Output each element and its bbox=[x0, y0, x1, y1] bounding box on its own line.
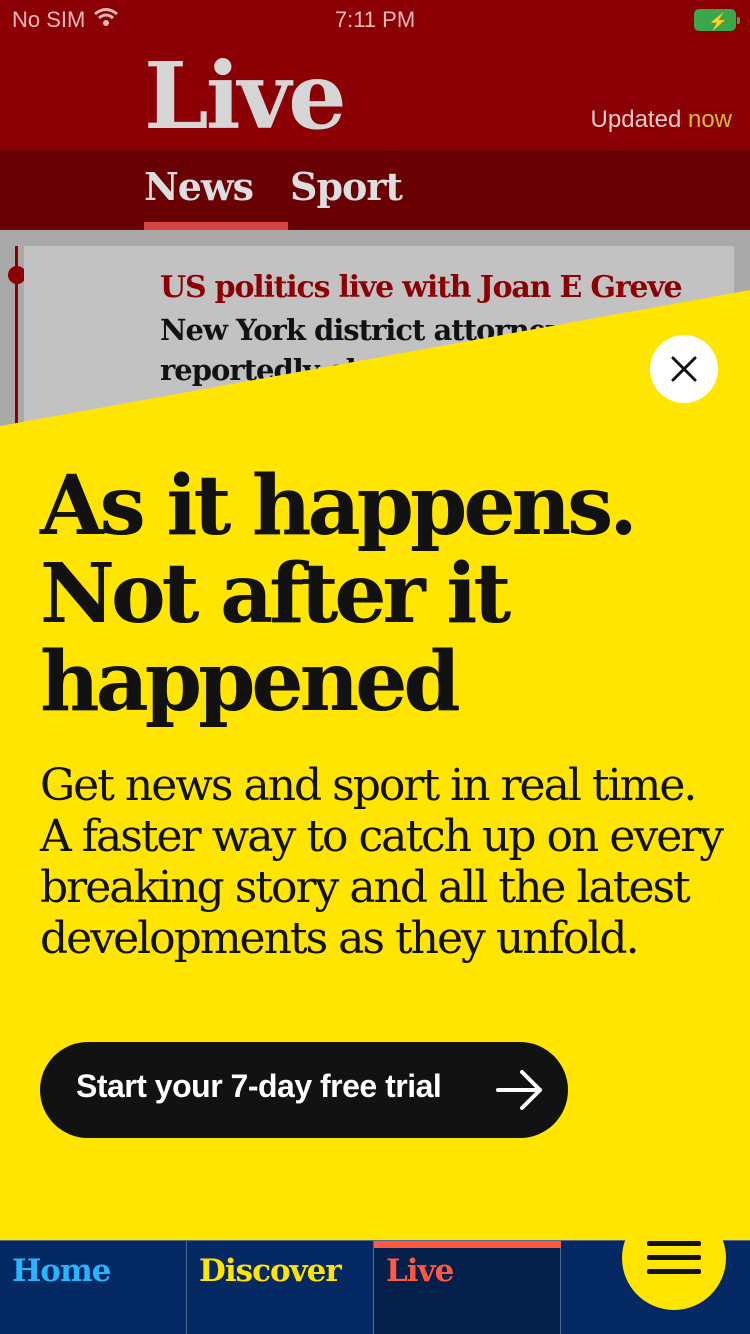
card-kicker: US politics live with Joan E Greve bbox=[160, 270, 683, 305]
nav-discover[interactable]: Discover bbox=[187, 1241, 374, 1334]
promo-body: Get news and sport in real time. A faste… bbox=[40, 760, 724, 964]
active-nav-indicator bbox=[374, 1241, 561, 1248]
nav-live[interactable]: Live bbox=[374, 1241, 561, 1334]
hamburger-menu-icon bbox=[647, 1241, 701, 1275]
status-bar: No SIM 7:11 PM ⚡ bbox=[0, 0, 750, 40]
nav-home[interactable]: Home bbox=[0, 1241, 187, 1334]
free-trial-label: Start your 7-day free trial bbox=[76, 1068, 442, 1104]
section-tabs: News Sport bbox=[0, 150, 750, 230]
status-time: 7:11 PM bbox=[334, 7, 416, 32]
updated-indicator: Updated now bbox=[591, 106, 732, 134]
updated-label: Updated bbox=[590, 106, 682, 133]
tab-news[interactable]: News bbox=[144, 164, 254, 209]
live-logo: Live bbox=[144, 42, 347, 150]
arrow-right-icon bbox=[496, 1068, 544, 1117]
promo-heading: As it happens. Not after it happened bbox=[40, 458, 638, 730]
battery-charging-icon: ⚡ bbox=[694, 9, 740, 31]
tab-sport[interactable]: Sport bbox=[290, 164, 403, 209]
live-header: Live Updated now bbox=[0, 40, 750, 150]
menu-button[interactable] bbox=[622, 1206, 726, 1310]
updated-value: now bbox=[687, 106, 732, 133]
close-button[interactable] bbox=[650, 335, 718, 403]
nav-live-label: Live bbox=[386, 1253, 454, 1289]
free-trial-button[interactable]: Start your 7-day free trial bbox=[40, 1042, 568, 1138]
active-tab-indicator bbox=[144, 222, 288, 230]
nav-discover-label: Discover bbox=[199, 1253, 342, 1289]
nav-home-label: Home bbox=[12, 1253, 111, 1289]
close-icon bbox=[671, 356, 697, 382]
